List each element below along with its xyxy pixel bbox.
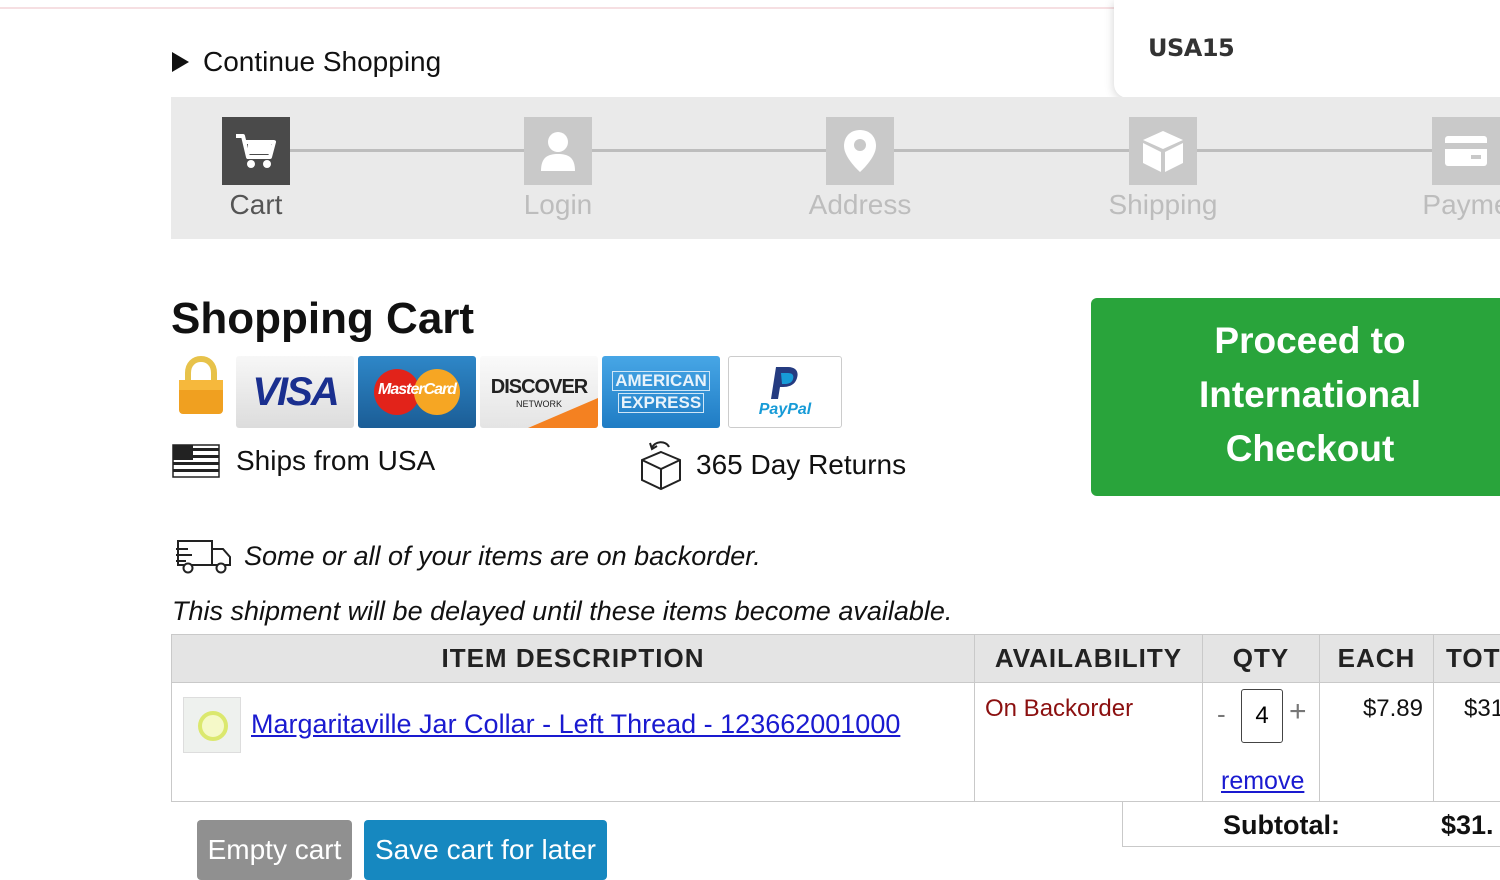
amex-text-top: AMERICAN [612,371,710,391]
user-icon [524,117,592,185]
qty-cell: - + remove [1203,683,1320,802]
ships-from-usa: Ships from USA [172,444,435,478]
ships-label: Ships from USA [236,445,435,477]
returns-label: 365 Day Returns [696,449,906,481]
qty-decrement-button[interactable]: - [1217,699,1226,730]
continue-shopping-link[interactable]: Continue Shopping [172,46,441,78]
visa-text: VISA [252,370,337,415]
proceed-to-checkout-button[interactable]: Proceed to International Checkout [1091,298,1500,496]
save-cart-label: Save cart for later [375,834,596,866]
box-icon [1129,117,1197,185]
availability-status: On Backorder [985,695,1202,723]
delivery-truck-icon [174,536,234,576]
unit-price: $7.89 [1320,695,1423,723]
return-box-icon [638,438,684,492]
table-row: Margaritaville Jar Collar - Left Thread … [172,683,1500,802]
backorder-text: Some or all of your items are on backord… [244,541,761,572]
backorder-notice: Some or all of your items are on backord… [174,536,761,576]
header-each: EACH [1320,635,1434,683]
qty-input[interactable] [1241,689,1283,743]
paypal-logo: PayPal [728,356,842,428]
us-flag-icon [172,444,220,478]
cart-icon [222,117,290,185]
play-triangle-icon [172,52,189,72]
checkout-progress-steps: Cart Login Address Shipping [171,97,1500,239]
step-cart[interactable]: Cart [176,117,336,221]
header-qty: QTY [1203,635,1320,683]
visa-logo: VISA [236,356,354,428]
qty-increment-button[interactable]: + [1289,695,1307,729]
coupon-popup: USA15 [1114,0,1500,98]
product-thumbnail[interactable] [183,697,241,753]
header-item-description: ITEM DESCRIPTION [172,635,975,683]
cart-table: ITEM DESCRIPTION AVAILABILITY QTY EACH T… [171,634,1500,802]
step-label: Address [780,189,940,221]
continue-shopping-label: Continue Shopping [203,46,441,77]
mastercard-text: MasterCard [374,381,460,399]
item-cell: Margaritaville Jar Collar - Left Thread … [172,683,975,802]
step-label: Payme [1386,189,1500,221]
paypal-p-icon [768,365,802,401]
each-cell: $7.89 [1320,683,1434,802]
step-login[interactable]: Login [478,117,638,221]
step-shipping[interactable]: Shipping [1083,117,1243,221]
delay-notice: This shipment will be delayed until thes… [172,596,952,627]
header-availability: AVAILABILITY [975,635,1203,683]
padlock-icon [176,356,226,421]
table-header-row: ITEM DESCRIPTION AVAILABILITY QTY EACH T… [172,635,1500,683]
mastercard-logo: MasterCard [358,356,476,428]
empty-cart-label: Empty cart [208,834,342,866]
subtotal-label: Subtotal: [1223,810,1340,841]
line-total: $31 [1464,695,1500,723]
discover-logo: DISCOVER NETWORK [480,356,598,428]
coupon-code[interactable]: USA15 [1148,34,1234,62]
remove-link[interactable]: remove [1221,767,1304,796]
amex-logo: AMERICAN EXPRESS [602,356,720,428]
paypal-text: PayPal [759,401,811,419]
credit-card-icon [1432,117,1500,185]
amex-text-bottom: EXPRESS [618,393,704,413]
subtotal-row: Subtotal: $31. [1122,802,1500,847]
save-cart-button[interactable]: Save cart for later [364,820,607,880]
availability-cell: On Backorder [975,683,1203,802]
page-title: Shopping Cart [171,294,474,344]
step-label: Login [478,189,638,221]
total-cell: $31 [1434,683,1500,802]
product-link[interactable]: Margaritaville Jar Collar - Left Thread … [251,709,900,740]
map-pin-icon [826,117,894,185]
step-label: Shipping [1083,189,1243,221]
step-address[interactable]: Address [780,117,940,221]
discover-text: DISCOVER [491,376,587,399]
step-payment[interactable]: Payme [1386,117,1500,221]
proceed-label: Proceed to International Checkout [1080,314,1500,476]
subtotal-value: $31. [1441,810,1494,841]
step-label: Cart [176,189,336,221]
returns-policy: 365 Day Returns [638,438,906,492]
empty-cart-button[interactable]: Empty cart [197,820,352,880]
header-total: TOT [1434,635,1500,683]
